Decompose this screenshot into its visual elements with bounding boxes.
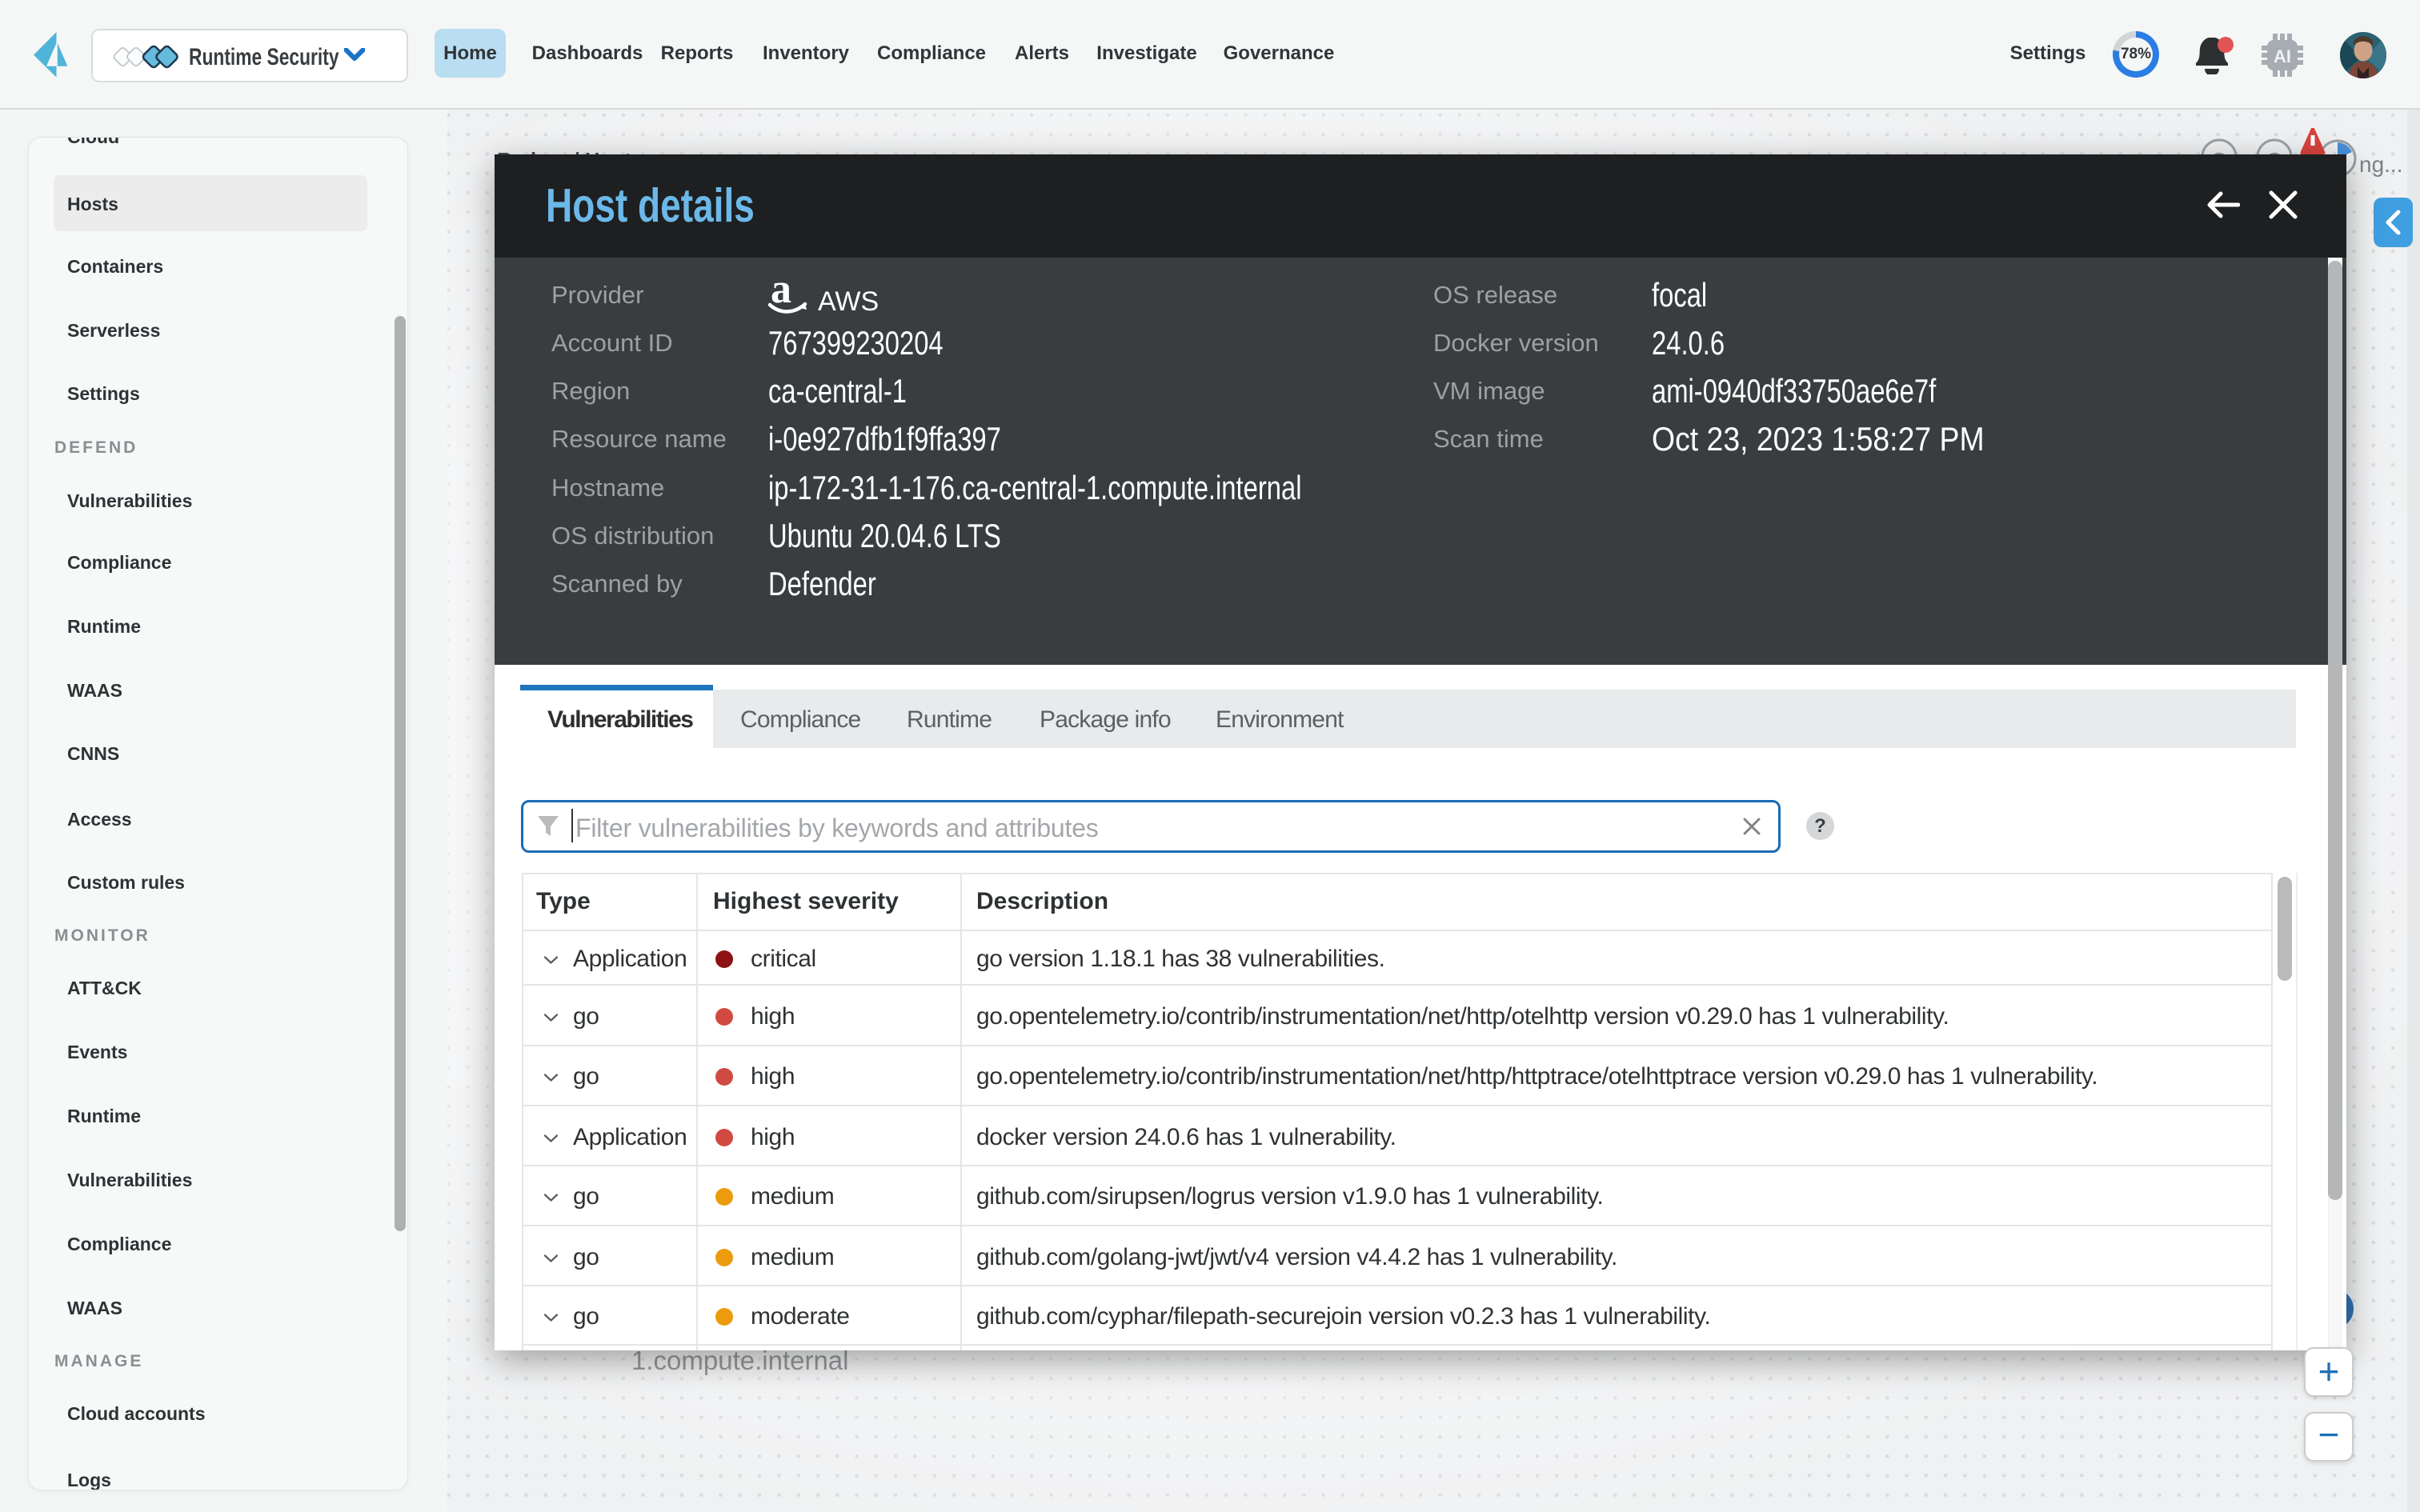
svg-text:AI: AI [2274,46,2291,66]
svg-text:a: a [771,269,791,312]
